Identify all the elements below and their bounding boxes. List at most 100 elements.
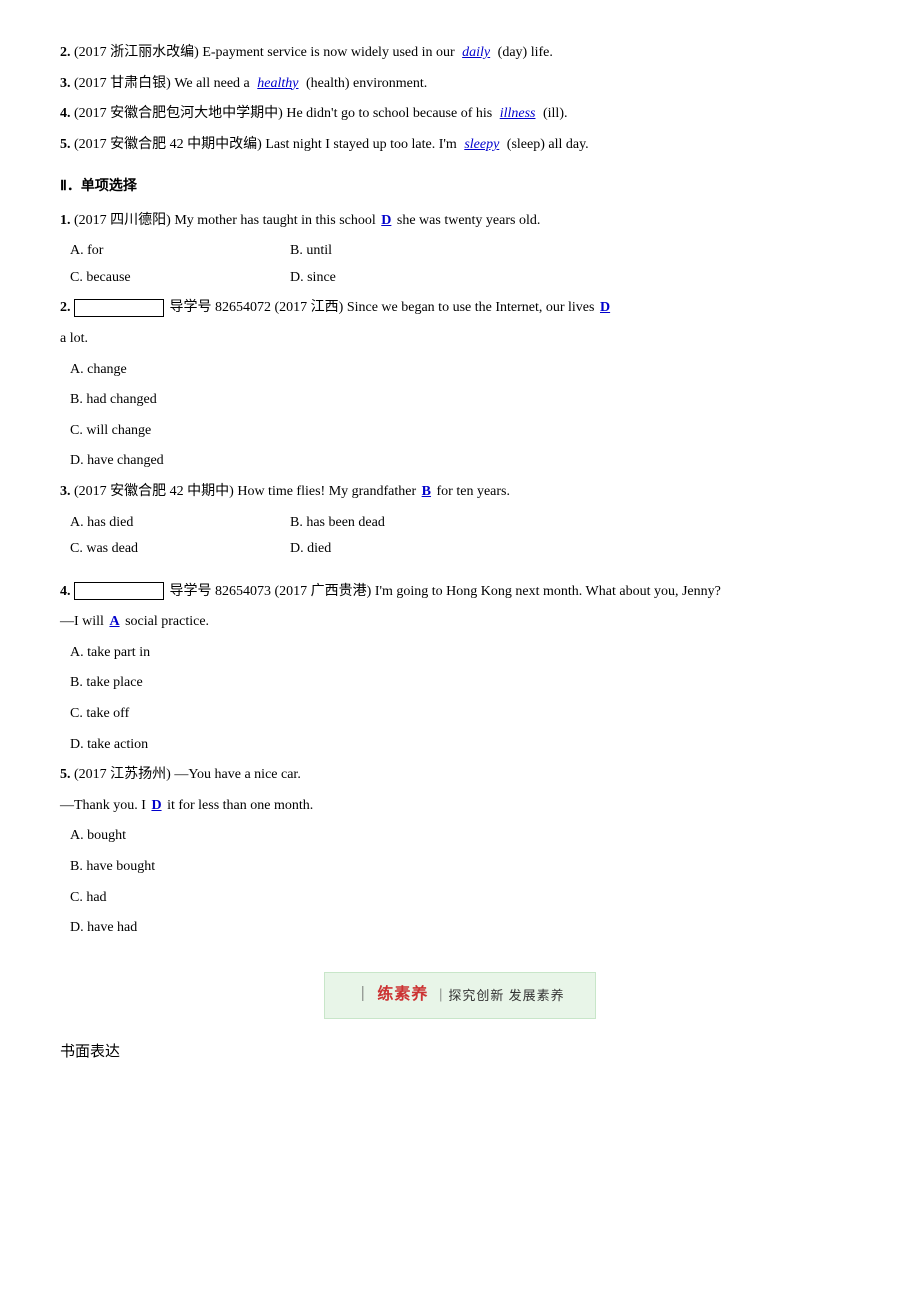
mc-q2-option-b: B. had changed [70,387,860,414]
q3-number: 3. [60,76,71,91]
mc-q3-option-row-2: C. was dead D. died [70,536,860,563]
mc-q5-source: (2017 江苏扬州) [74,767,171,782]
q5-number: 5. [60,137,71,152]
mc-q2-number: 2. [60,300,71,315]
mc-q4-input-label: 导学号 82654073 [170,584,272,599]
mc-q4-block: 4. 导学号 82654073 (2017 广西贵港) I'm going to… [60,579,860,759]
q5-text-before: Last night I stayed up too late. I'm [265,137,456,152]
mc-q1-option-c: C. because [70,265,230,292]
mc-q2-source: (2017 江西) [275,300,344,315]
banner-sub-text: ｜探究创新 发展素养 [434,984,564,1007]
mc-q3-option-c: C. was dead [70,536,230,563]
q5-source: (2017 安徽合肥 42 中期中改编) [74,137,262,152]
mc-q4-option-c: C. take off [70,701,860,728]
mc-q3-answer: B [420,484,433,499]
mc-q4: 4. 导学号 82654073 (2017 广西贵港) I'm going to… [60,579,860,606]
mc-q3-option-d: D. died [290,536,450,563]
mc-q3-text-after: for ten years. [437,484,510,499]
mc-q1-source: (2017 四川德阳) [74,213,171,228]
mc-q2-option-a: A. change [70,357,860,384]
q3-text-after: (health) environment. [306,76,427,91]
mc-q5-line1: 5. (2017 江苏扬州) —You have a nice car. [60,762,860,789]
practice-banner: ｜ 练素养 ｜探究创新 发展素养 [324,972,595,1019]
mc-q2-option-d: D. have changed [70,448,860,475]
mc-q1-option-row-1: A. for B. until [70,238,860,265]
q2-number: 2. [60,45,71,60]
mc-q2-answer: D [598,300,612,315]
mc-q4-number: 4. [60,584,71,599]
mc-section-title: Ⅱ．单项选择 [60,174,860,199]
mc-q3-option-row-1: A. has died B. has been dead [70,510,860,537]
mc-q4-input[interactable] [74,582,164,600]
q2-text-before: E-payment service is now widely used in … [202,45,454,60]
mc-q3: 3. (2017 安徽合肥 42 中期中) How time flies! My… [60,479,860,506]
mc-q4-option-d: D. take action [70,732,860,759]
q4-text-before: He didn't go to school because of his [286,106,492,121]
mc-q2-text-after: a lot. [60,326,860,353]
question-4: 4. (2017 安徽合肥包河大地中学期中) He didn't go to s… [60,101,860,128]
mc-q5-line2: —Thank you. I D it for less than one mon… [60,793,860,820]
question-2: 2. (2017 浙江丽水改编) E-payment service is no… [60,40,860,67]
q5-text-after: (sleep) all day. [507,137,589,152]
banner-main-text: 练素养 [377,981,428,1010]
mc-q3-number: 3. [60,484,71,499]
mc-q5-text3: it for less than one month. [167,798,313,813]
mc-q1-number: 1. [60,213,71,228]
mc-q2-text-before: Since we began to use the Internet, our … [347,300,595,315]
mc-q2-options: A. change B. had changed C. will change … [70,357,860,475]
fill-blank-section: 2. (2017 浙江丽水改编) E-payment service is no… [60,40,860,158]
mc-q5-options: A. bought B. have bought C. had D. have … [70,823,860,941]
mc-q2-input[interactable] [74,299,164,317]
mc-q1-text: My mother has taught in this school [174,213,375,228]
q4-source: (2017 安徽合肥包河大地中学期中) [74,106,283,121]
mc-q5-option-d: D. have had [70,915,860,942]
mc-q4-option-b: B. take place [70,670,860,697]
mc-q4-text: I'm going to Hong Kong next month. What … [375,584,721,599]
q4-text-after: (ill). [543,106,568,121]
mc-q2-input-label: 导学号 82654072 [170,300,272,315]
mc-q5-answer: D [149,798,163,813]
mc-q5-option-b: B. have bought [70,854,860,881]
mc-q2: 2. 导学号 82654072 (2017 江西) Since we began… [60,295,860,322]
mc-q2-option-c: C. will change [70,418,860,445]
mc-q5-text2: —Thank you. I [60,798,146,813]
writing-section: 书面表达 [60,1039,860,1066]
q5-answer: sleepy [460,137,503,152]
writing-title: 书面表达 [60,1044,120,1060]
mc-q5-number: 5. [60,767,71,782]
mc-q4-text2: —I will [60,614,104,629]
mc-q5-option-a: A. bought [70,823,860,850]
q4-number: 4. [60,106,71,121]
mc-q4-options: A. take part in B. take place C. take of… [70,640,860,758]
q2-answer: daily [458,45,494,60]
q3-text-before: We all need a [174,76,249,91]
mc-q5-option-c: C. had [70,885,860,912]
mc-q3-option-b: B. has been dead [290,510,450,537]
content-area: 2. (2017 浙江丽水改编) E-payment service is no… [60,40,860,1066]
q4-answer: illness [496,106,540,121]
mc-q1-text-after: she was twenty years old. [397,213,540,228]
banner-container: ｜ 练素养 ｜探究创新 发展素养 [60,972,860,1019]
mc-q5-block: 5. (2017 江苏扬州) —You have a nice car. —Th… [60,762,860,942]
mc-q4-source: (2017 广西贵港) [275,584,372,599]
q3-answer: healthy [253,76,302,91]
mc-q1-option-row-2: C. because D. since [70,265,860,292]
mc-q1-option-b: B. until [290,238,450,265]
multiple-choice-section: Ⅱ．单项选择 1. (2017 四川德阳) My mother has taug… [60,174,860,941]
mc-q1-options: A. for B. until C. because D. since [70,238,860,291]
q2-text-after: (day) life. [498,45,553,60]
mc-q4-line2: —I will A social practice. [60,609,860,636]
banner-prefix: ｜ [355,982,371,1009]
mc-q1-answer: D [379,213,393,228]
mc-q3-source: (2017 安徽合肥 42 中期中) [74,484,234,499]
mc-q1-option-a: A. for [70,238,230,265]
mc-q5-text1: —You have a nice car. [174,767,301,782]
q2-source: (2017 浙江丽水改编) [74,45,199,60]
question-5: 5. (2017 安徽合肥 42 中期中改编) Last night I sta… [60,132,860,159]
mc-q1: 1. (2017 四川德阳) My mother has taught in t… [60,208,860,235]
mc-q2-text-after-content: a lot. [60,331,88,346]
mc-q4-text3: social practice. [125,614,209,629]
mc-q3-options: A. has died B. has been dead C. was dead… [70,510,860,563]
mc-q1-option-d: D. since [290,265,450,292]
question-3: 3. (2017 甘肃白银) We all need a healthy (he… [60,71,860,98]
